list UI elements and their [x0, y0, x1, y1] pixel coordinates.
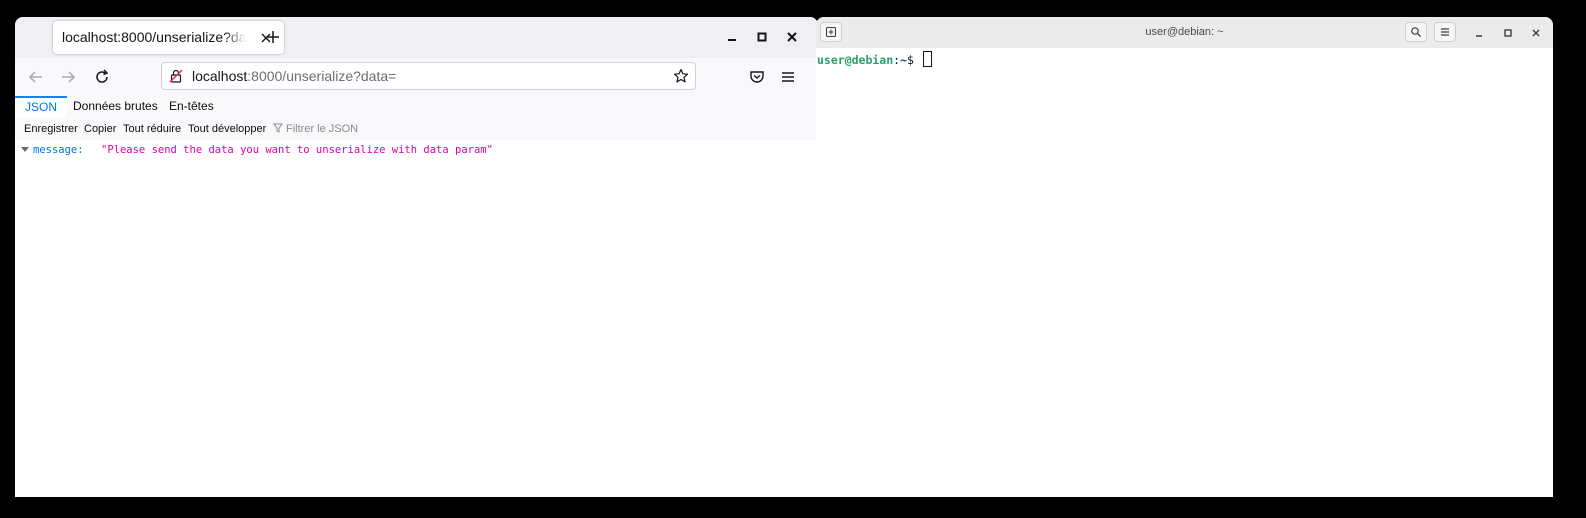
- minimize-icon[interactable]: [1473, 27, 1485, 39]
- json-row[interactable]: message: "Please send the data you want t…: [21, 144, 493, 156]
- copy-button[interactable]: Copier: [84, 118, 116, 140]
- terminal-window: user@debian: ~ user@debian:~$: [816, 17, 1553, 497]
- tab-bar: localhost:8000/unserialize?data=: [15, 17, 818, 58]
- maximize-icon[interactable]: [1502, 27, 1514, 39]
- url-bar[interactable]: localhost:8000/unserialize?data=: [161, 62, 696, 90]
- bookmark-star-icon[interactable]: [673, 68, 689, 84]
- browser-window: localhost:8000/unserialize?data= localho…: [15, 17, 818, 497]
- new-tab-icon[interactable]: [265, 29, 281, 45]
- navigation-toolbar: localhost:8000/unserialize?data=: [15, 58, 818, 97]
- tab-title: localhost:8000/unserialize?data=: [62, 29, 246, 45]
- terminal-header: user@debian: ~: [816, 17, 1553, 49]
- browser-tab[interactable]: localhost:8000/unserialize?data=: [53, 21, 284, 54]
- shell-prompt: user@debian:~$: [817, 51, 932, 67]
- hamburger-icon: [1441, 28, 1449, 36]
- filter-json-input[interactable]: Filtrer le JSON: [273, 118, 358, 140]
- json-content: message: "Please send the data you want t…: [15, 140, 818, 497]
- json-value: "Please send the data you want to unseri…: [101, 144, 493, 156]
- minimize-icon[interactable]: [724, 29, 740, 45]
- insecure-connection-icon[interactable]: [169, 69, 183, 83]
- menu-button[interactable]: [1434, 22, 1456, 42]
- search-icon: [1411, 27, 1421, 37]
- save-button[interactable]: Enregistrer: [24, 118, 78, 140]
- maximize-icon[interactable]: [754, 29, 770, 45]
- url-path: :8000/unserialize?data=: [247, 68, 397, 84]
- reload-icon[interactable]: [93, 68, 111, 86]
- terminal-scrollbar[interactable]: [1545, 48, 1553, 497]
- search-button[interactable]: [1405, 22, 1427, 42]
- expand-all-button[interactable]: Tout développer: [188, 118, 266, 140]
- prompt-symbol: $: [907, 53, 921, 67]
- collapse-all-button[interactable]: Tout réduire: [123, 118, 181, 140]
- json-key: message:: [33, 144, 84, 156]
- prompt-path: ~: [900, 53, 908, 67]
- expand-toggle-icon[interactable]: [21, 147, 29, 152]
- tab-json[interactable]: JSON: [15, 96, 68, 118]
- close-window-icon[interactable]: [1530, 27, 1542, 39]
- terminal-output[interactable]: user@debian:~$: [816, 48, 1553, 497]
- tab-headers[interactable]: En-têtes: [159, 96, 224, 118]
- menu-icon[interactable]: [779, 68, 797, 86]
- back-icon[interactable]: [27, 68, 45, 86]
- pocket-icon[interactable]: [748, 68, 766, 86]
- close-window-icon[interactable]: [784, 29, 800, 45]
- json-toolbar: Enregistrer Copier Tout réduire Tout dév…: [15, 118, 818, 141]
- filter-icon: [273, 123, 283, 133]
- tab-raw-data[interactable]: Données brutes: [63, 96, 168, 118]
- url-host: localhost: [192, 68, 248, 84]
- filter-placeholder: Filtrer le JSON: [286, 123, 359, 135]
- prompt-user-host: user@debian: [817, 53, 894, 67]
- forward-icon[interactable]: [59, 68, 77, 86]
- json-viewer-tabs: JSON Données brutes En-têtes: [15, 96, 818, 119]
- new-tab-button[interactable]: [820, 22, 842, 42]
- url-text: localhost:8000/unserialize?data=: [192, 68, 396, 84]
- new-tab-icon: [826, 27, 836, 37]
- text-cursor: [922, 51, 932, 67]
